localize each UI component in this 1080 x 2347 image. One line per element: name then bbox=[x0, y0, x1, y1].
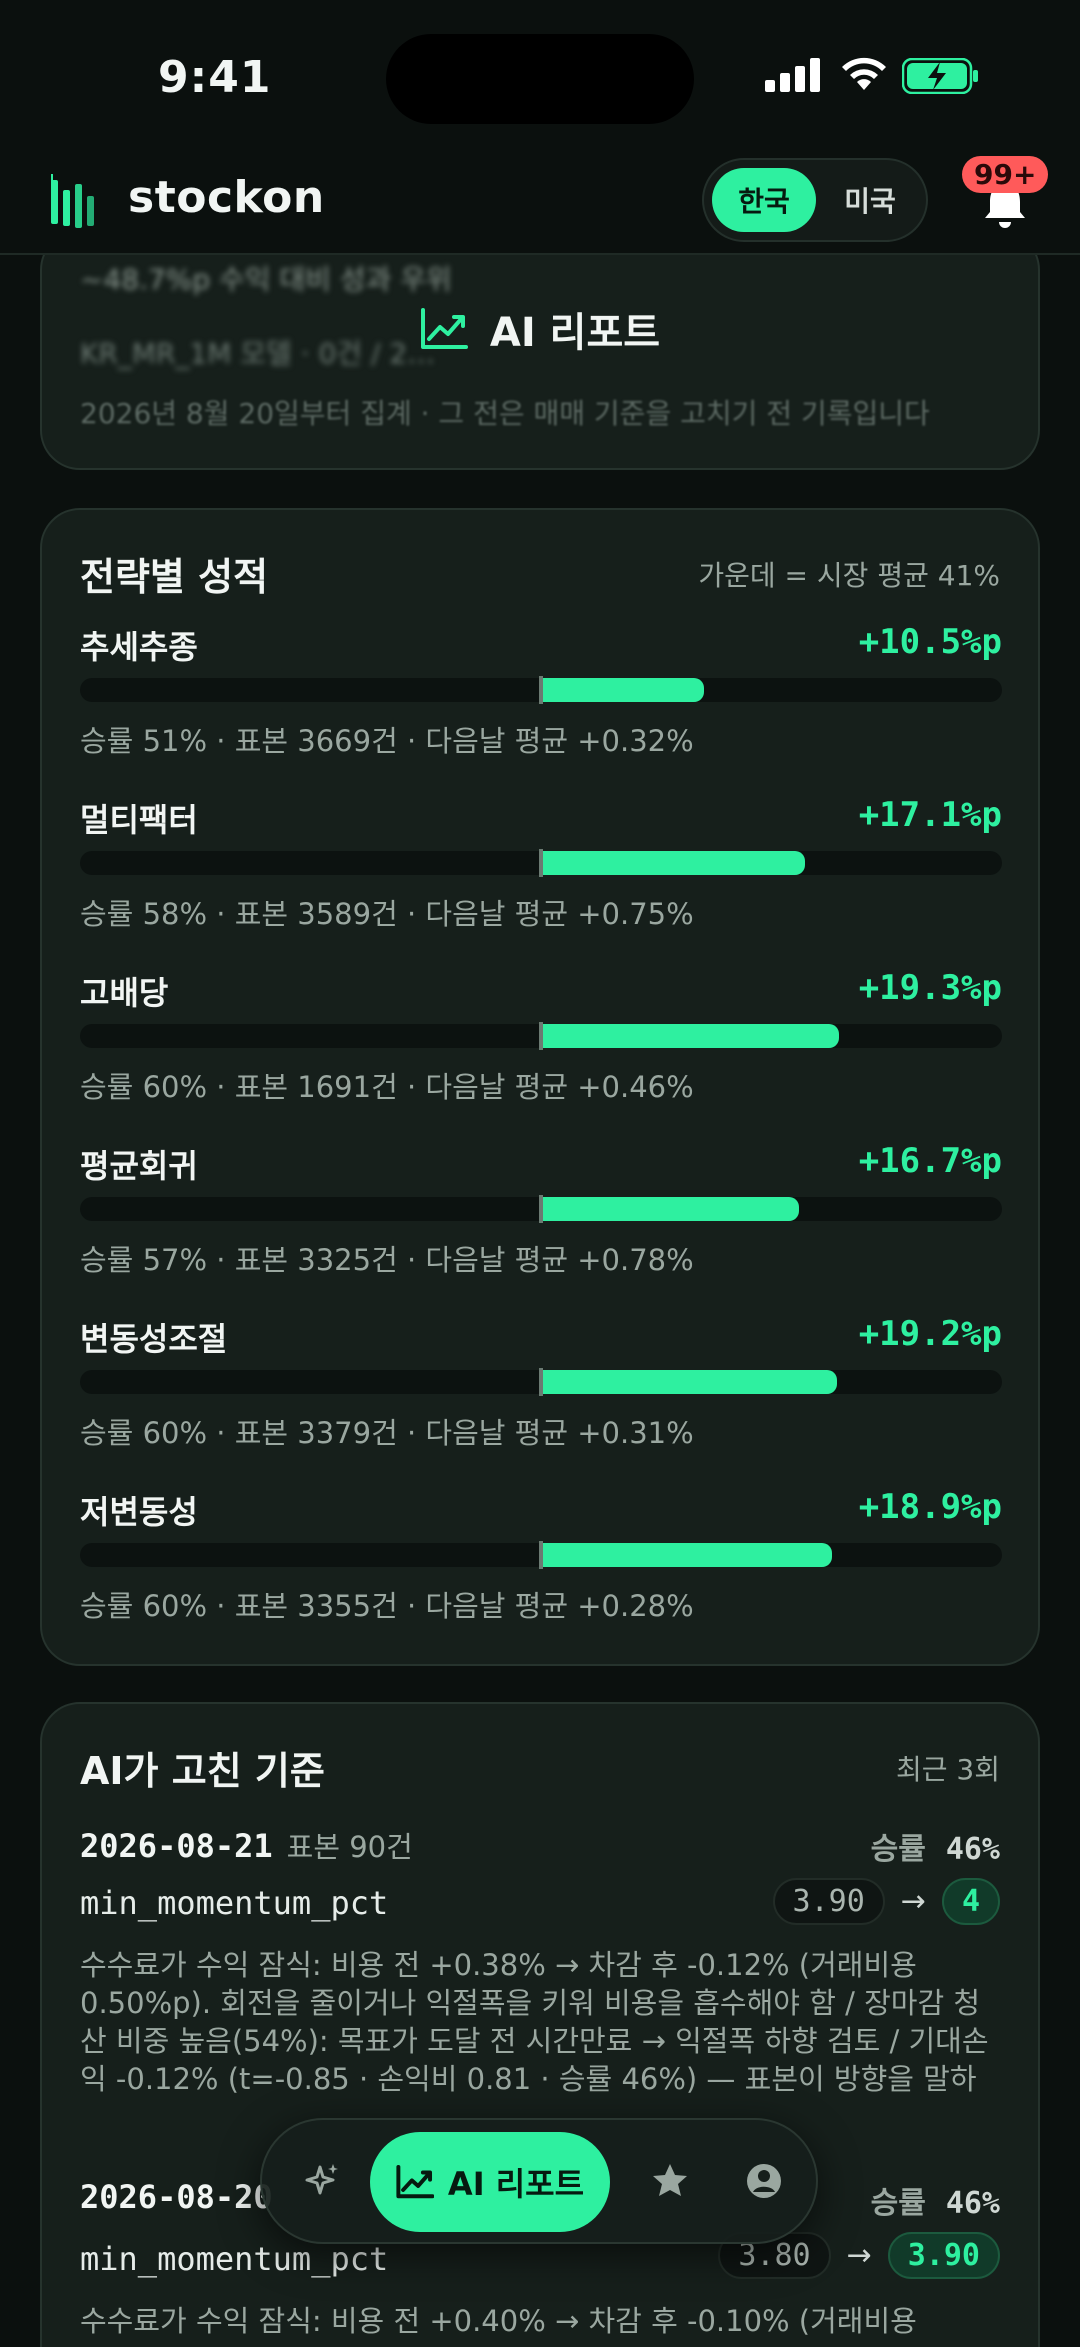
strategy-bar-fill bbox=[543, 1024, 839, 1048]
new-value-chip: 3.90 bbox=[887, 2232, 1000, 2279]
nav-profile-button[interactable] bbox=[724, 2120, 804, 2242]
strategy-bar-track bbox=[80, 1195, 1002, 1223]
strategy-row: 저변동성 +18.9%p 승률 60% · 표본 3355건 · 다음날 평균 +0… bbox=[80, 1487, 1002, 1647]
strategy-row: 고배당 +19.3%p 승률 60% · 표본 1691건 · 다음날 평균 +0.… bbox=[80, 968, 1002, 1128]
strategy-bar-fill bbox=[543, 1370, 837, 1394]
adjustment-reason: 수수료가 수익 잠식: 비용 전 +0.40% → 차감 후 -0.10% (거… bbox=[80, 2304, 917, 2338]
strategy-bar-track bbox=[80, 1022, 1002, 1050]
adjustment-win-rate: 승률 46% bbox=[870, 2186, 1000, 2221]
arrow-right-icon: → bbox=[846, 2238, 872, 2273]
strategy-excess-value: +19.2%p bbox=[858, 1314, 1002, 1354]
ai-adjustments-card: AI가 고친 기준 최근 3회 2026-08-21 표본 90건 승률 46% m… bbox=[40, 1702, 1040, 2347]
notification-count-badge: 99+ bbox=[962, 156, 1049, 193]
strategy-bar-track bbox=[80, 1368, 1002, 1396]
chart-line-icon bbox=[420, 308, 468, 349]
page-title-label: AI 리포트 bbox=[489, 310, 661, 356]
strategy-bar-fill bbox=[543, 851, 805, 875]
strategy-meta: 승률 60% · 표본 3379건 · 다음날 평균 +0.31% bbox=[80, 1416, 694, 1450]
summary-note: 2026년 8월 20일부터 집계 · 그 전은 매매 기준을 고치기 전 기록… bbox=[80, 397, 930, 430]
strategy-card-subtitle: 가운데 = 시장 평균 41% bbox=[698, 559, 1000, 592]
adjustment-change: 3.90 → 4 bbox=[772, 1878, 1000, 1925]
adjustment-reason: 수수료가 수익 잠식: 비용 전 +0.38% → 차감 후 -0.12% (거… bbox=[80, 1948, 989, 2096]
strategy-row: 추세추종 +10.5%p 승률 51% · 표본 3669건 · 다음날 평균 +0… bbox=[80, 622, 1002, 782]
brand-name: stockon bbox=[128, 172, 325, 223]
sparkle-icon bbox=[305, 2164, 338, 2195]
strategy-meta: 승률 60% · 표본 1691건 · 다음날 평균 +0.46% bbox=[80, 1070, 694, 1104]
wifi-icon bbox=[842, 57, 886, 90]
strategy-bar-fill bbox=[543, 1543, 832, 1567]
cellular-signal-icon bbox=[765, 58, 820, 92]
strategy-excess-value: +18.9%p bbox=[858, 1487, 1002, 1527]
nav-favorites-button[interactable] bbox=[630, 2120, 710, 2242]
summary-line-1: ~48.7%p 수익 대비 성과 우위 bbox=[80, 263, 452, 296]
strategy-row: 변동성조절 +19.2%p 승률 60% · 표본 3379건 · 다음날 평균 +… bbox=[80, 1314, 1002, 1474]
stockon-logo-icon bbox=[51, 174, 94, 228]
strategy-excess-value: +10.5%p bbox=[858, 622, 1002, 662]
strategy-meta: 승률 51% · 표본 3669건 · 다음날 평균 +0.32% bbox=[80, 724, 694, 758]
strategy-row: 멀티팩터 +17.1%p 승률 58% · 표본 3589건 · 다음날 평균 +0… bbox=[80, 795, 1002, 955]
strategy-meta: 승률 60% · 표본 3355건 · 다음날 평균 +0.28% bbox=[80, 1589, 694, 1623]
strategy-row: 평균회귀 +16.7%p 승률 57% · 표본 3325건 · 다음날 평균 +0… bbox=[80, 1141, 1002, 1301]
strategy-name: 고배당 bbox=[80, 974, 169, 1012]
strategy-bar-fill bbox=[543, 1197, 799, 1221]
strategy-performance-card: 전략별 성적 가운데 = 시장 평균 41% 추세추종 +10.5%p 승률 51%… bbox=[40, 508, 1040, 1666]
status-bar: 9:41 bbox=[0, 0, 1080, 150]
strategy-excess-value: +17.1%p bbox=[858, 795, 1002, 835]
arrow-right-icon: → bbox=[900, 1884, 926, 1919]
strategy-name: 평균회귀 bbox=[80, 1147, 198, 1185]
star-icon bbox=[653, 2164, 687, 2196]
adjustment-param: min_momentum_pct bbox=[80, 2240, 389, 2278]
strategy-name: 추세추종 bbox=[80, 628, 198, 666]
strategy-bar-track bbox=[80, 849, 1002, 877]
ai-card-subtitle: 최근 3회 bbox=[896, 1753, 1000, 1786]
strategy-excess-value: +16.7%p bbox=[858, 1141, 1002, 1181]
nav-ai-report-label: AI 리포트 bbox=[447, 2165, 585, 2203]
market-toggle[interactable]: 한국 미국 bbox=[702, 158, 928, 242]
bottom-nav: AI 리포트 bbox=[260, 2118, 818, 2244]
strategy-meta: 승률 57% · 표본 3325건 · 다음날 평균 +0.78% bbox=[80, 1243, 694, 1277]
market-option-kr[interactable]: 한국 bbox=[712, 168, 816, 232]
adjustment-param: min_momentum_pct bbox=[80, 1884, 389, 1922]
adjustment-win-rate: 승률 46% bbox=[870, 1832, 1000, 1867]
page-title: AI 리포트 bbox=[0, 300, 1080, 358]
nav-ai-button[interactable] bbox=[282, 2120, 362, 2242]
strategy-bar-track bbox=[80, 1541, 1002, 1569]
nav-ai-report-button[interactable]: AI 리포트 bbox=[370, 2132, 610, 2232]
adjustment-sample: 표본 90건 bbox=[286, 1830, 413, 1864]
strategy-card-title: 전략별 성적 bbox=[80, 555, 269, 599]
ai-card-title: AI가 고친 기준 bbox=[80, 1749, 325, 1793]
strategy-name: 멀티팩터 bbox=[80, 801, 198, 839]
strategy-name: 저변동성 bbox=[80, 1493, 198, 1531]
chart-line-icon bbox=[396, 2165, 434, 2199]
strategy-meta: 승률 58% · 표본 3589건 · 다음날 평균 +0.75% bbox=[80, 897, 694, 931]
adjustment-date: 2026-08-20 bbox=[80, 2178, 273, 2216]
dynamic-island bbox=[386, 34, 694, 124]
notifications-button[interactable]: 99+ bbox=[958, 150, 1058, 250]
new-value-chip: 4 bbox=[941, 1878, 1000, 1925]
profile-icon bbox=[747, 2164, 781, 2198]
old-value-chip: 3.90 bbox=[772, 1878, 885, 1925]
strategy-bar-track bbox=[80, 676, 1002, 704]
status-time: 9:41 bbox=[158, 52, 272, 103]
strategy-name: 변동성조절 bbox=[80, 1320, 228, 1358]
app-header: stockon 한국 미국 99+ bbox=[0, 150, 1080, 255]
strategy-bar-fill bbox=[543, 678, 704, 702]
strategy-excess-value: +19.3%p bbox=[858, 968, 1002, 1008]
market-option-us[interactable]: 미국 bbox=[822, 168, 918, 232]
battery-charging-icon bbox=[902, 58, 978, 94]
adjustment-date: 2026-08-21 표본 90건 bbox=[80, 1827, 413, 1865]
